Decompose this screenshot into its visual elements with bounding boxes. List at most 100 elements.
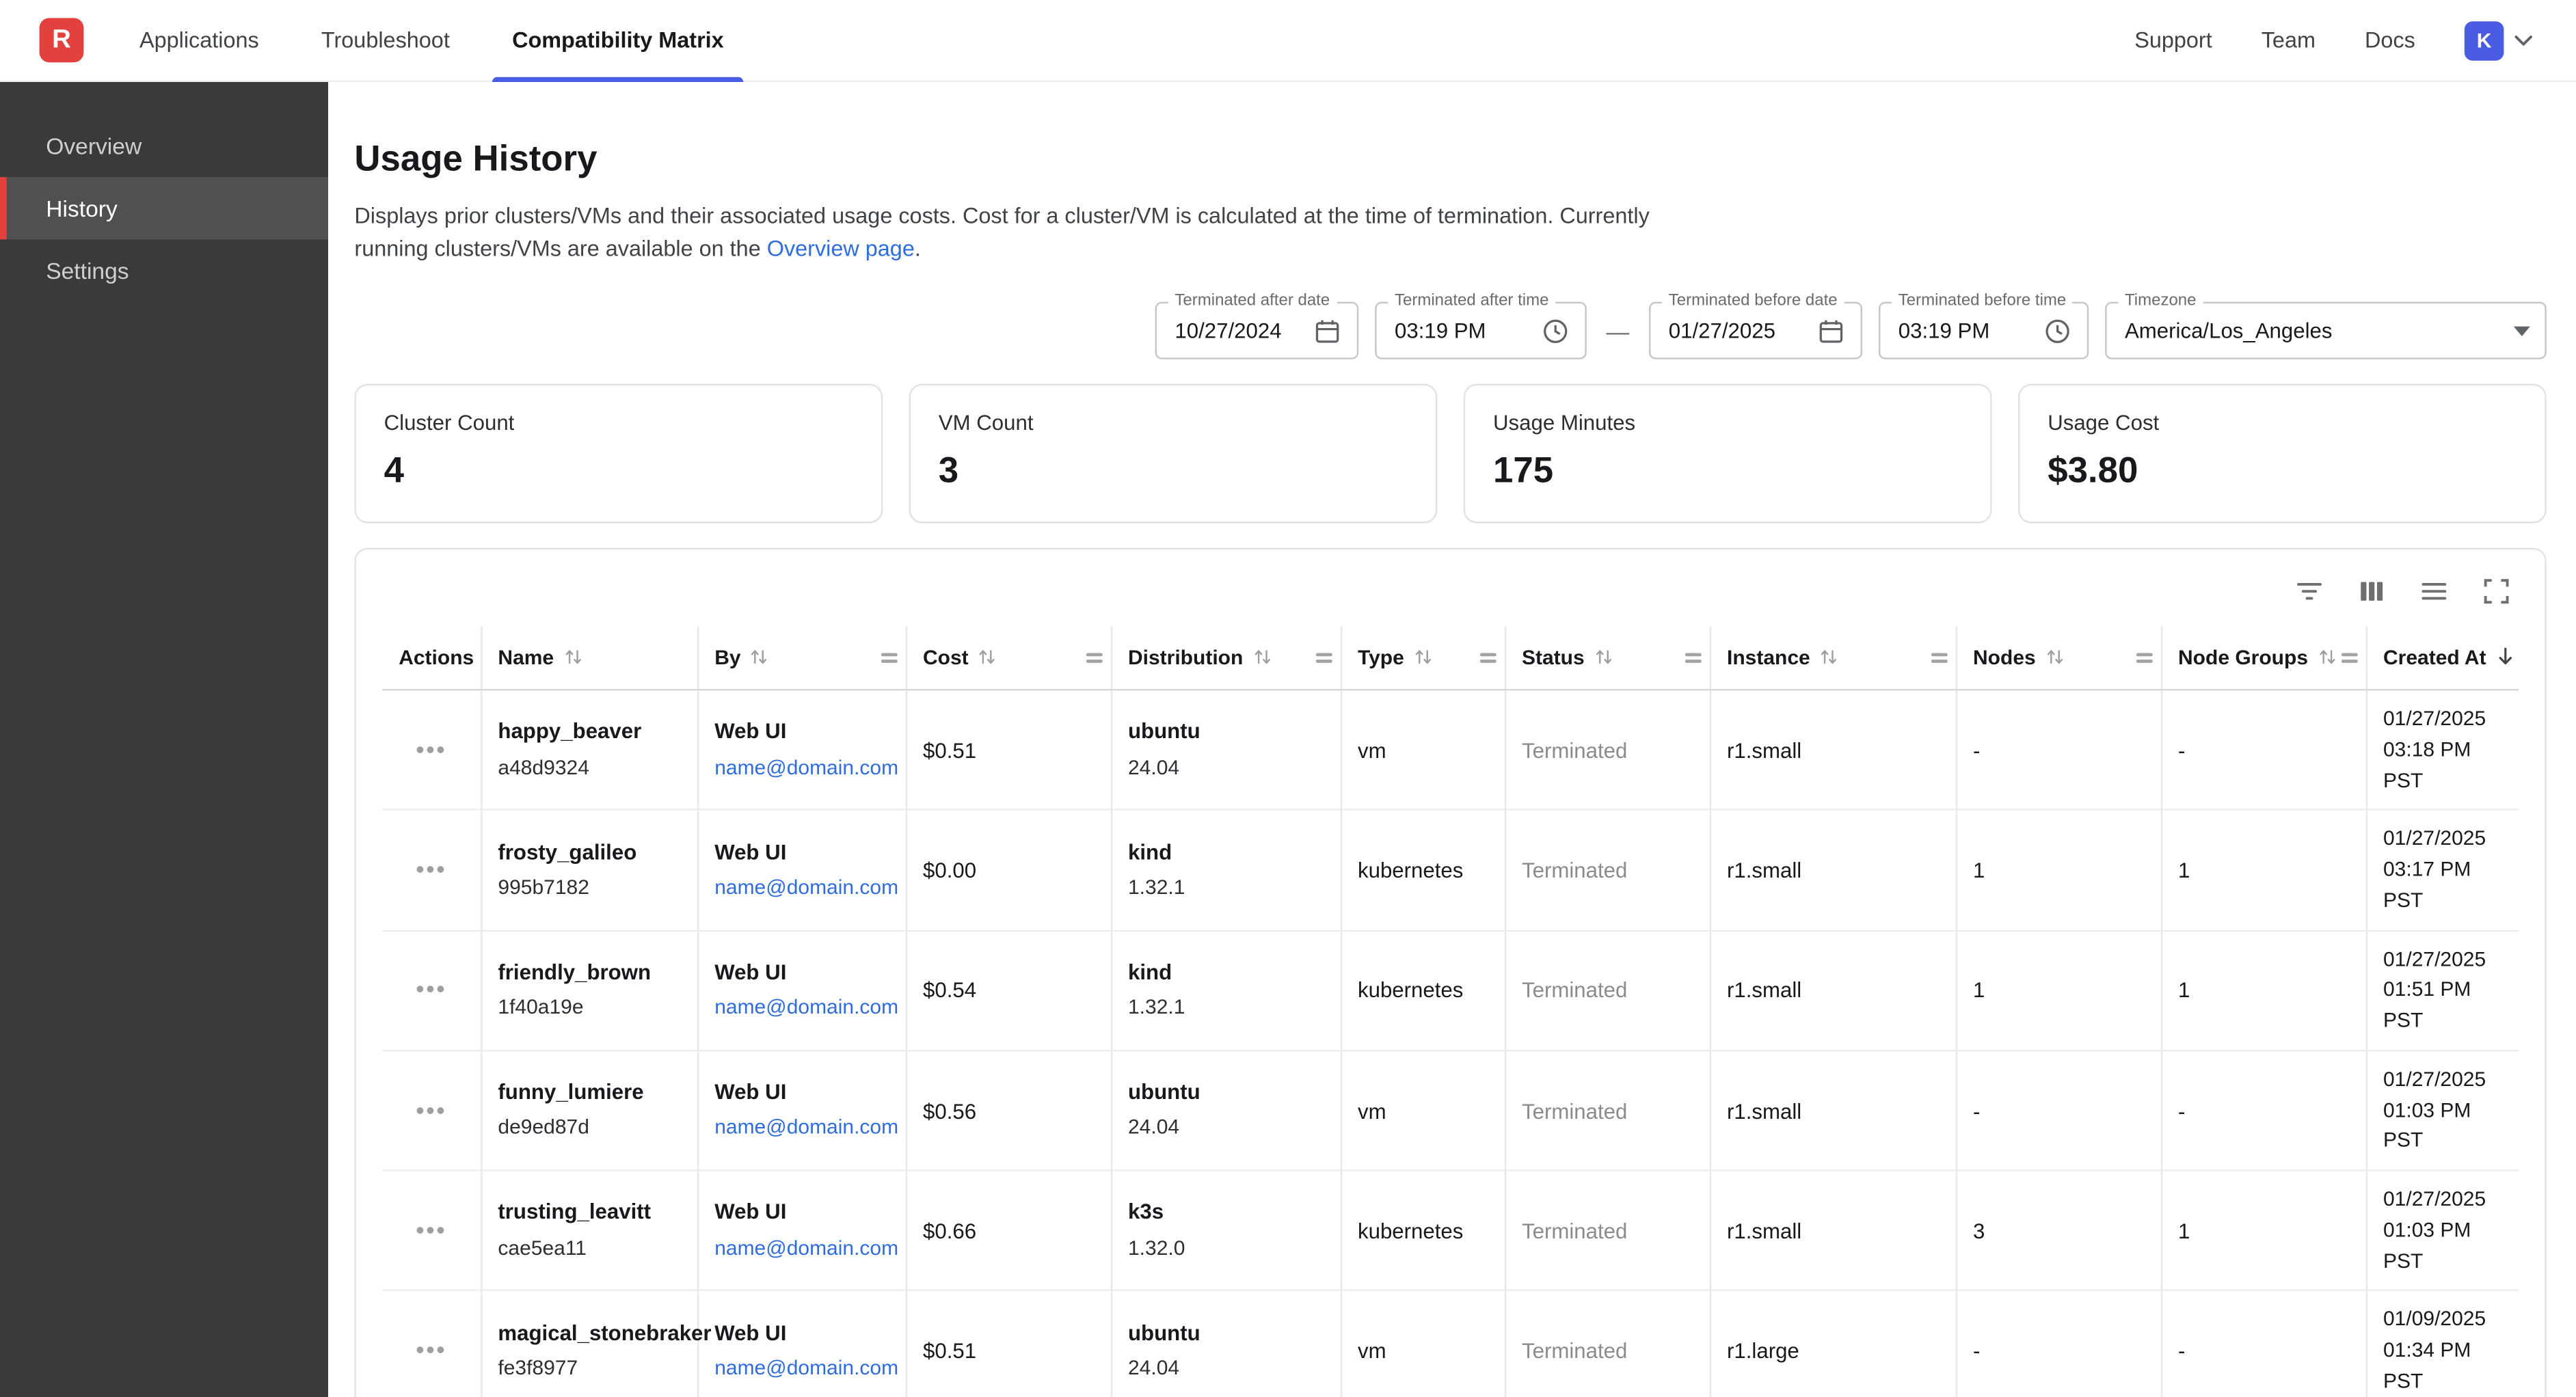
clock-icon[interactable]: [2043, 316, 2072, 345]
type-cell: kubernetes: [1341, 930, 1505, 1050]
column-resize-handle-icon[interactable]: [1685, 650, 1701, 666]
created-date: 01/27/2025: [2383, 704, 2502, 735]
stat-label: VM Count: [939, 410, 1408, 435]
density-icon: [2419, 576, 2450, 608]
usage-history-table: Actions Name By Cost Distribution Type S…: [382, 627, 2519, 1397]
column-header-node-groups[interactable]: Node Groups: [2161, 627, 2366, 690]
type-cell: vm: [1341, 1050, 1505, 1171]
sidebar-item-history[interactable]: History: [0, 177, 328, 239]
tab-troubleshoot[interactable]: Troubleshoot: [321, 0, 450, 81]
calendar-icon[interactable]: [1313, 316, 1342, 345]
column-header-name[interactable]: Name: [481, 627, 697, 690]
sidebar: Overview History Settings: [0, 82, 328, 1397]
column-resize-handle-icon[interactable]: [1479, 650, 1496, 666]
column-header-by[interactable]: By: [697, 627, 906, 690]
created-time: 03:17 PM PST: [2383, 855, 2502, 917]
terminated-after-date-field[interactable]: Terminated after date 10/27/2024: [1155, 302, 1359, 360]
distribution-version: 1.32.1: [1128, 874, 1324, 903]
sort-icon[interactable]: [1820, 648, 1838, 666]
distribution-version: 24.04: [1128, 1355, 1324, 1383]
email-link[interactable]: name@domain.com: [714, 1355, 888, 1383]
created-time: 01:34 PM PST: [2383, 1335, 2502, 1397]
stat-value: $3.80: [2048, 450, 2517, 492]
sidebar-item-settings[interactable]: Settings: [0, 239, 328, 301]
overview-page-link[interactable]: Overview page: [767, 236, 915, 260]
column-resize-handle-icon[interactable]: [881, 650, 897, 666]
column-resize-handle-icon[interactable]: [1315, 650, 1332, 666]
clock-icon[interactable]: [1541, 316, 1570, 345]
column-header-nodes[interactable]: Nodes: [1956, 627, 2161, 690]
created-date: 01/27/2025: [2383, 945, 2502, 975]
timezone-select[interactable]: Timezone America/Los_Angeles: [2105, 302, 2547, 360]
tab-compatibility-matrix[interactable]: Compatibility Matrix: [512, 0, 724, 81]
columns-button[interactable]: [2356, 576, 2387, 608]
account-menu[interactable]: K: [2465, 21, 2534, 60]
sort-icon[interactable]: [751, 648, 768, 666]
field-label: Timezone: [2118, 293, 2203, 310]
type-cell: vm: [1341, 690, 1505, 811]
terminated-after-time-field[interactable]: Terminated after time 03:19 PM: [1375, 302, 1587, 360]
main-content: Usage History Displays prior clusters/VM…: [328, 82, 2576, 1397]
created-date: 01/27/2025: [2383, 824, 2502, 855]
filter-button[interactable]: [2294, 576, 2325, 608]
columns-icon: [2356, 576, 2387, 608]
column-header-cost[interactable]: Cost: [906, 627, 1111, 690]
column-resize-handle-icon[interactable]: [2341, 650, 2357, 666]
sort-icon[interactable]: [2318, 648, 2335, 666]
sort-icon[interactable]: [978, 648, 996, 666]
terminated-before-date-field[interactable]: Terminated before date 01/27/2025: [1649, 302, 1862, 360]
stat-card-usage-cost: Usage Cost $3.80: [2018, 384, 2547, 524]
stat-label: Usage Minutes: [1493, 410, 1962, 435]
email-link[interactable]: name@domain.com: [714, 874, 888, 903]
row-actions-button[interactable]: •••: [416, 1098, 446, 1123]
email-link[interactable]: name@domain.com: [714, 994, 888, 1023]
replicated-logo[interactable]: R: [40, 18, 84, 62]
row-actions-button[interactable]: •••: [416, 1338, 446, 1363]
cost-cell: $0.51: [906, 1291, 1111, 1397]
sidebar-item-overview[interactable]: Overview: [0, 115, 328, 177]
email-link[interactable]: name@domain.com: [714, 1234, 888, 1263]
sort-icon[interactable]: [1414, 648, 1432, 666]
row-actions-button[interactable]: •••: [416, 737, 446, 762]
fullscreen-button[interactable]: [2481, 576, 2512, 608]
column-resize-handle-icon[interactable]: [2136, 650, 2152, 666]
column-resize-handle-icon[interactable]: [1086, 650, 1102, 666]
calendar-icon[interactable]: [1816, 316, 1846, 345]
column-header-distribution[interactable]: Distribution: [1111, 627, 1341, 690]
density-button[interactable]: [2419, 576, 2450, 608]
email-link[interactable]: name@domain.com: [714, 1114, 888, 1143]
sort-icon[interactable]: [564, 648, 582, 666]
sort-icon[interactable]: [2045, 648, 2063, 666]
sort-icon[interactable]: [1594, 648, 1612, 666]
terminated-before-time-field[interactable]: Terminated before time 03:19 PM: [1879, 302, 2089, 360]
cluster-id: fe3f8977: [498, 1355, 680, 1383]
column-header-created-at[interactable]: Created At: [2366, 627, 2519, 690]
field-label: Terminated before date: [1662, 293, 1844, 310]
link-docs[interactable]: Docs: [2365, 0, 2415, 81]
column-resize-handle-icon[interactable]: [1931, 650, 1947, 666]
row-actions-button[interactable]: •••: [416, 858, 446, 882]
topbar: R Applications Troubleshoot Compatibilit…: [0, 0, 2576, 82]
table-row: ••• friendly_brown 1f40a19e Web UI name@…: [382, 930, 2519, 1050]
created-by: Web UI: [714, 1318, 888, 1348]
cluster-name: funny_lumiere: [498, 1078, 680, 1108]
link-support[interactable]: Support: [2134, 0, 2212, 81]
row-actions-button[interactable]: •••: [416, 1219, 446, 1243]
column-header-status[interactable]: Status: [1505, 627, 1710, 690]
avatar[interactable]: K: [2465, 21, 2504, 60]
column-header-instance[interactable]: Instance: [1710, 627, 1956, 690]
created-by: Web UI: [714, 838, 888, 868]
sort-desc-icon[interactable]: [2496, 647, 2516, 666]
cluster-name: magical_stonebraker: [498, 1318, 680, 1348]
stats-row: Cluster Count 4 VM Count 3 Usage Minutes…: [354, 384, 2546, 524]
link-team[interactable]: Team: [2262, 0, 2316, 81]
row-actions-button[interactable]: •••: [416, 978, 446, 1003]
email-link[interactable]: name@domain.com: [714, 754, 888, 783]
created-time: 03:18 PM PST: [2383, 735, 2502, 796]
cluster-id: cae5ea11: [498, 1234, 680, 1263]
node-groups-cell: 1: [2161, 1171, 2366, 1291]
column-header-type[interactable]: Type: [1341, 627, 1505, 690]
sort-icon[interactable]: [1253, 648, 1271, 666]
field-value: 10/27/2024: [1175, 318, 1301, 343]
tab-applications[interactable]: Applications: [139, 0, 259, 81]
